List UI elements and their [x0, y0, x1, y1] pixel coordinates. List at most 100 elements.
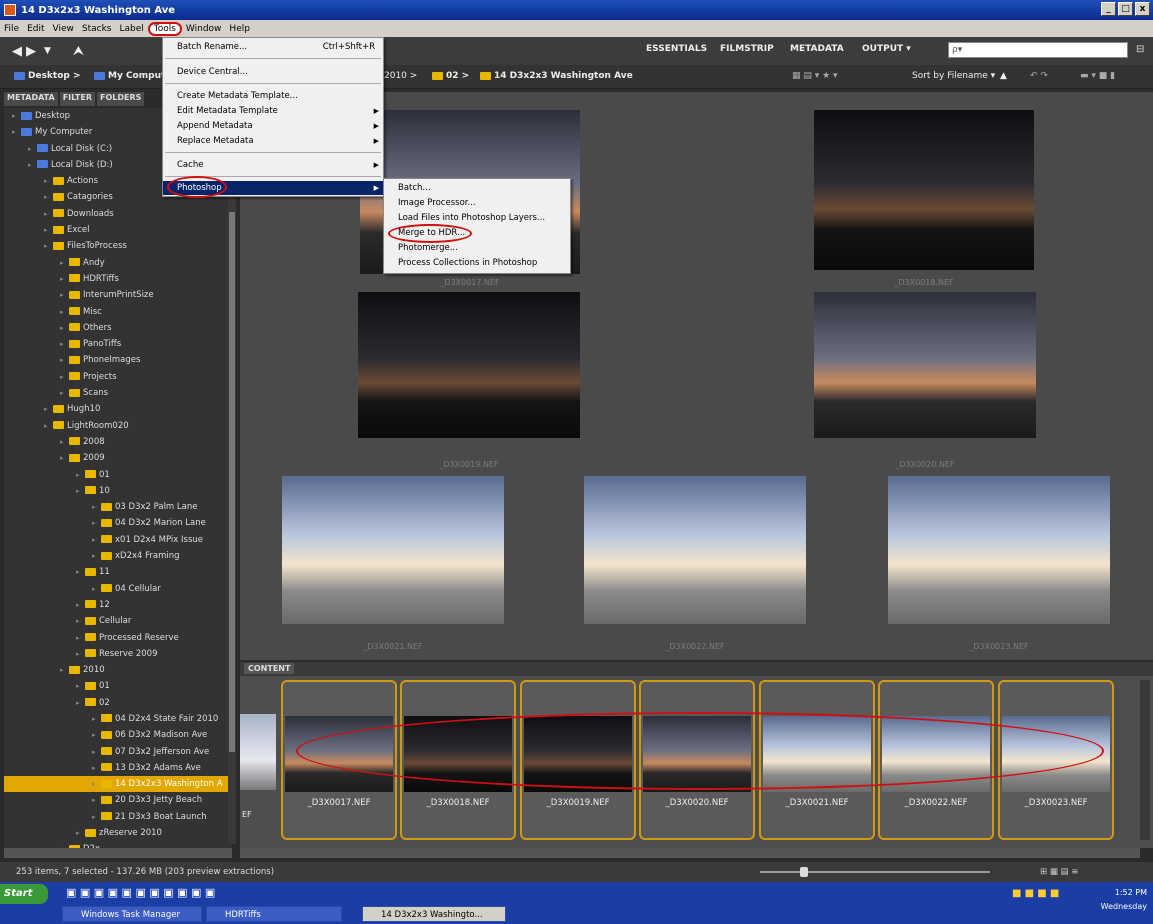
view-options-icon[interactable]: ▦ ▤ ▾ ★ ▾ [792, 71, 838, 81]
tree-node[interactable]: ▸ FilesToProcess [4, 238, 232, 254]
maximize-button[interactable]: □ [1118, 2, 1133, 16]
workspace-filmstrip[interactable]: FILMSTRIP [720, 44, 774, 54]
preview-thumb-2[interactable] [814, 110, 1034, 270]
expand-triangle-icon[interactable]: ▸ [44, 173, 53, 189]
submenu-item-photomerge[interactable]: Photomerge... [384, 241, 570, 255]
sort-dropdown[interactable]: Sort by Filename ▾ [912, 71, 995, 81]
new-folder-icon[interactable]: ▬ ▾ ■ ▮ [1080, 71, 1115, 81]
submenu-item-load-files-into-layers[interactable]: Load Files into Photoshop Layers... [384, 211, 570, 225]
expand-triangle-icon[interactable]: ▸ [60, 255, 69, 271]
expand-triangle-icon[interactable]: ▸ [44, 418, 53, 434]
filmstrip-horizontal-scrollbar[interactable] [240, 848, 1140, 858]
tree-node[interactable]: ▸D2x [4, 841, 232, 848]
tree-node[interactable]: ▸ 04 D2x4 State Fair 2010 [4, 711, 232, 727]
back-arrow-icon[interactable]: ◀ [12, 44, 22, 59]
expand-triangle-icon[interactable]: ▸ [76, 564, 85, 580]
tree-node[interactable]: ▸ 2009 [4, 450, 232, 466]
expand-triangle-icon[interactable]: ▸ [60, 304, 69, 320]
expand-triangle-icon[interactable]: ▸ [92, 548, 101, 564]
tree-node[interactable]: ▸ InterumPrintSize [4, 287, 232, 303]
expand-triangle-icon[interactable]: ▸ [92, 727, 101, 743]
menu-item-create-metadata-template[interactable]: Create Metadata Template... [163, 89, 383, 103]
expand-triangle-icon[interactable]: ▸ [44, 401, 53, 417]
expand-triangle-icon[interactable]: ▸ [12, 108, 21, 124]
menu-window[interactable]: Window [182, 24, 226, 34]
expand-triangle-icon[interactable]: ▸ [44, 189, 53, 205]
expand-triangle-icon[interactable]: ▸ [60, 352, 69, 368]
tree-node[interactable]: ▸ 04 D3x2 Marion Lane [4, 515, 232, 531]
preview-thumb-4[interactable] [814, 292, 1036, 438]
expand-triangle-icon[interactable]: ▸ [92, 499, 101, 515]
path-desktop[interactable]: Desktop > [14, 71, 81, 81]
workspace-output[interactable]: OUTPUT ▾ [862, 44, 911, 54]
tree-node[interactable]: ▸ Cellular [4, 613, 232, 629]
expand-triangle-icon[interactable]: ▸ [44, 206, 53, 222]
sort-ascending-icon[interactable]: ▲ [1000, 71, 1007, 81]
tree-node[interactable]: ▸ Andy [4, 255, 232, 271]
expand-triangle-icon[interactable]: ▸ [60, 320, 69, 336]
workspace-essentials[interactable]: ESSENTIALS [646, 44, 707, 54]
expand-triangle-icon[interactable]: ▸ [92, 760, 101, 776]
expand-triangle-icon[interactable]: ▸ [60, 369, 69, 385]
tree-node[interactable]: ▸ Projects [4, 369, 232, 385]
tree-node[interactable]: ▸ 2010 [4, 662, 232, 678]
tree-node[interactable]: ▸ x01 D2x4 MPix Issue [4, 532, 232, 548]
tab-filter[interactable]: FILTER [59, 92, 95, 106]
close-button[interactable]: x [1135, 2, 1150, 16]
tree-node[interactable]: ▸ Scans [4, 385, 232, 401]
menu-view[interactable]: View [49, 24, 78, 34]
compact-mode-icon[interactable]: ⊟ [1136, 44, 1144, 55]
view-mode-icons[interactable]: ⊞ ▦ ▤ ≡ [1040, 862, 1078, 882]
menu-item-cache[interactable]: Cache ▶ [163, 158, 383, 172]
expand-triangle-icon[interactable]: ▸ [60, 841, 69, 848]
search-input[interactable]: ρ▾ [948, 42, 1128, 58]
expand-triangle-icon[interactable]: ▸ [44, 238, 53, 254]
expand-triangle-icon[interactable]: ▸ [76, 613, 85, 629]
tree-node[interactable]: ▸ 06 D3x2 Madison Ave [4, 727, 232, 743]
tab-folders[interactable]: FOLDERS [97, 92, 145, 106]
rotate-icons[interactable]: ↶ ↷ [1030, 71, 1048, 81]
expand-triangle-icon[interactable]: ▸ [76, 825, 85, 841]
expand-triangle-icon[interactable]: ▸ [92, 532, 101, 548]
expand-triangle-icon[interactable]: ▸ [92, 581, 101, 597]
expand-triangle-icon[interactable]: ▸ [92, 711, 101, 727]
tree-node[interactable]: ▸ Processed Reserve [4, 630, 232, 646]
tree-node[interactable]: ▸ PanoTiffs [4, 336, 232, 352]
tree-node[interactable]: ▸ xD2x4 Framing [4, 548, 232, 564]
history-dropdown-icon[interactable]: ▼ [44, 46, 51, 56]
slider-handle[interactable] [800, 867, 808, 877]
taskbar-item-hdrtiffs[interactable]: HDRTiffs [206, 906, 342, 922]
taskbar-item-bridge[interactable]: 14 D3x2x3 Washingto... [362, 906, 506, 922]
expand-triangle-icon[interactable]: ▸ [60, 434, 69, 450]
expand-triangle-icon[interactable]: ▸ [92, 792, 101, 808]
parent-folder-icon[interactable]: ⮝ [73, 44, 84, 59]
menu-label[interactable]: Label [115, 24, 147, 34]
expand-triangle-icon[interactable]: ▸ [60, 450, 69, 466]
menu-item-append-metadata[interactable]: Append Metadata ▶ [163, 119, 383, 133]
tree-node[interactable]: ▸ Hugh10 [4, 401, 232, 417]
tree-node[interactable]: ▸ 11 [4, 564, 232, 580]
preview-thumb-5[interactable] [282, 476, 504, 624]
system-tray-icons[interactable]: ■ ■ ■ ■ [1012, 888, 1059, 899]
tree-node[interactable]: ▸ Excel [4, 222, 232, 238]
tree-node[interactable]: ▸ 14 D3x2x3 Washington A [4, 776, 232, 793]
path-02[interactable]: 02 > [432, 71, 469, 81]
path-current-folder[interactable]: 14 D3x2x3 Washington Ave [480, 71, 633, 81]
taskbar-item-task-manager[interactable]: Windows Task Manager [62, 906, 202, 922]
expand-triangle-icon[interactable]: ▸ [92, 744, 101, 760]
expand-triangle-icon[interactable]: ▸ [92, 776, 101, 792]
expand-triangle-icon[interactable]: ▸ [76, 630, 85, 646]
forward-arrow-icon[interactable]: ▶ [26, 44, 36, 59]
menu-file[interactable]: File [0, 24, 23, 34]
tree-node[interactable]: ▸ 2008 [4, 434, 232, 450]
expand-triangle-icon[interactable]: ▸ [92, 809, 101, 825]
filmstrip-vertical-scrollbar[interactable] [1140, 680, 1150, 840]
expand-triangle-icon[interactable]: ▸ [76, 646, 85, 662]
tree-node[interactable]: ▸ 07 D3x2 Jefferson Ave [4, 744, 232, 760]
tree-node[interactable]: ▸ 20 D3x3 Jetty Beach [4, 792, 232, 808]
preview-thumb-7[interactable] [888, 476, 1110, 624]
minimize-button[interactable]: _ [1101, 2, 1116, 16]
workspace-metadata[interactable]: METADATA [790, 44, 844, 54]
tab-content[interactable]: CONTENT [244, 663, 295, 674]
quick-launch-icons[interactable]: ▣ ▣ ▣ ▣ ▣ ▣ ▣ ▣ ▣ ▣ ▣ [66, 886, 215, 899]
